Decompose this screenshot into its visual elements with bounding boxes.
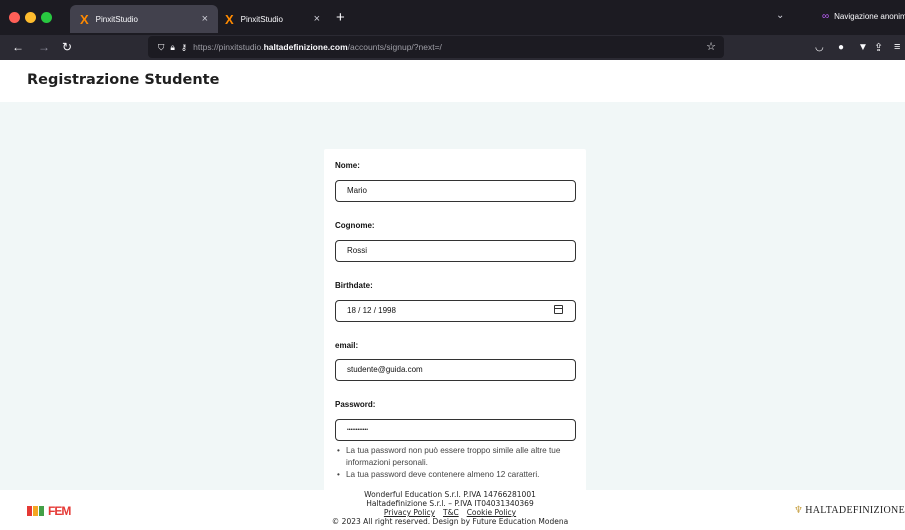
address-bar[interactable]: ⛉ 🔒︎ ⚷ https://pinxitstudio. haltadefiniz…	[148, 36, 724, 58]
extension-icon[interactable]: ●	[838, 42, 844, 53]
nome-input[interactable]: Mario	[335, 180, 576, 202]
url-prefix: https://pinxitstudio.	[193, 42, 264, 52]
page-content: Registrazione Studente Nome: Mario Cogno…	[0, 60, 905, 530]
browser-nav-bar: ← → ↻ ⛉ 🔒︎ ⚷ https://pinxitstudio. haltad…	[0, 35, 905, 60]
pinxit-x-icon: X	[225, 11, 234, 27]
email-label: email:	[335, 341, 359, 350]
password-help-item: La tua password non può essere troppo si…	[337, 445, 577, 469]
close-tab-icon[interactable]: ×	[314, 13, 320, 25]
haltadefinizione-logo-text: HALTADEFINIZIONE	[805, 505, 905, 516]
menu-icon[interactable]: ≡	[894, 41, 900, 53]
tc-link[interactable]: T&C	[443, 508, 459, 517]
browser-tab-active[interactable]: X PinxitStudio ×	[70, 5, 218, 33]
fem-logo: FEM	[27, 504, 71, 518]
private-browsing-indicator: ∞ Navigazione anonima	[822, 11, 905, 22]
email-input[interactable]: studente@guida.com	[335, 359, 576, 381]
maximize-window-button[interactable]	[41, 12, 52, 23]
key-icon: ⚷	[180, 41, 188, 52]
page-footer: FEM Wonderful Education S.r.l. P.IVA 147…	[0, 490, 905, 530]
haltadefinizione-logo: ♆ HALTADEFINIZIONE	[794, 505, 905, 516]
lock-icon: 🔒︎	[170, 41, 175, 52]
footer-text: Wonderful Education S.r.l. P.IVA 1476628…	[300, 490, 600, 526]
page-header: Registrazione Studente	[0, 60, 905, 102]
privacy-policy-link[interactable]: Privacy Policy	[384, 508, 435, 517]
pocket-icon[interactable]: ◡	[815, 42, 824, 53]
haltadefinizione-emblem-icon: ♆	[794, 505, 804, 516]
tab-title: PinxitStudio	[95, 14, 138, 24]
birthdate-input[interactable]: 18 / 12 / 1998	[335, 300, 576, 322]
footer-links: Privacy Policy T&C Cookie Policy	[300, 508, 600, 517]
shield-icon: ⛉	[158, 41, 165, 52]
fem-logo-text: FEM	[48, 504, 71, 518]
copyright: © 2023 All right reserved. Design by Fut…	[331, 517, 569, 526]
page-title: Registrazione Studente	[27, 72, 220, 88]
forward-arrow-icon[interactable]: →	[38, 40, 50, 54]
share-icon[interactable]: ⇪	[874, 41, 883, 54]
browser-tab-bar: X PinxitStudio × X PinxitStudio × + ⌄ ∞ …	[0, 0, 905, 35]
password-input[interactable]: ••••••••••••	[335, 419, 576, 441]
private-mask-icon: ∞	[822, 11, 830, 22]
close-window-button[interactable]	[9, 12, 20, 23]
vpn-icon[interactable]: ▼	[858, 42, 868, 53]
reload-icon[interactable]: ↻	[62, 40, 72, 54]
pinxit-x-icon: X	[80, 11, 89, 27]
password-help-item: La tua password deve contenere almeno 12…	[337, 469, 577, 481]
cognome-input[interactable]: Rossi	[335, 240, 576, 262]
birthdate-value: 18 / 12 / 1998	[347, 306, 396, 315]
list-tabs-chevron-icon[interactable]: ⌄	[776, 10, 784, 21]
birthdate-label: Birthdate:	[335, 281, 373, 290]
calendar-icon[interactable]	[554, 305, 563, 314]
footer-line-2: Haltadefinizione S.r.l. – P.IVA IT040313…	[366, 499, 534, 508]
browser-tab[interactable]: X PinxitStudio ×	[215, 5, 330, 33]
private-browsing-label: Navigazione anonima	[834, 12, 905, 21]
cognome-label: Cognome:	[335, 221, 375, 230]
url-path: /accounts/signup/?next=/	[347, 42, 442, 52]
password-help-list: La tua password non può essere troppo si…	[337, 445, 577, 481]
nome-label: Nome:	[335, 161, 360, 170]
url-host: haltadefinizione.com	[263, 42, 348, 52]
back-arrow-icon[interactable]: ←	[12, 40, 24, 54]
footer-line-1: Wonderful Education S.r.l. P.IVA 1476628…	[364, 490, 536, 499]
tab-title: PinxitStudio	[240, 14, 283, 24]
new-tab-button[interactable]: +	[336, 9, 345, 26]
bookmark-star-icon[interactable]: ☆	[706, 40, 716, 53]
cookie-policy-link[interactable]: Cookie Policy	[467, 508, 516, 517]
minimize-window-button[interactable]	[25, 12, 36, 23]
close-tab-icon[interactable]: ×	[202, 13, 208, 25]
password-label: Password:	[335, 400, 376, 409]
signup-form-card: Nome: Mario Cognome: Rossi Birthdate: 18…	[324, 149, 586, 499]
